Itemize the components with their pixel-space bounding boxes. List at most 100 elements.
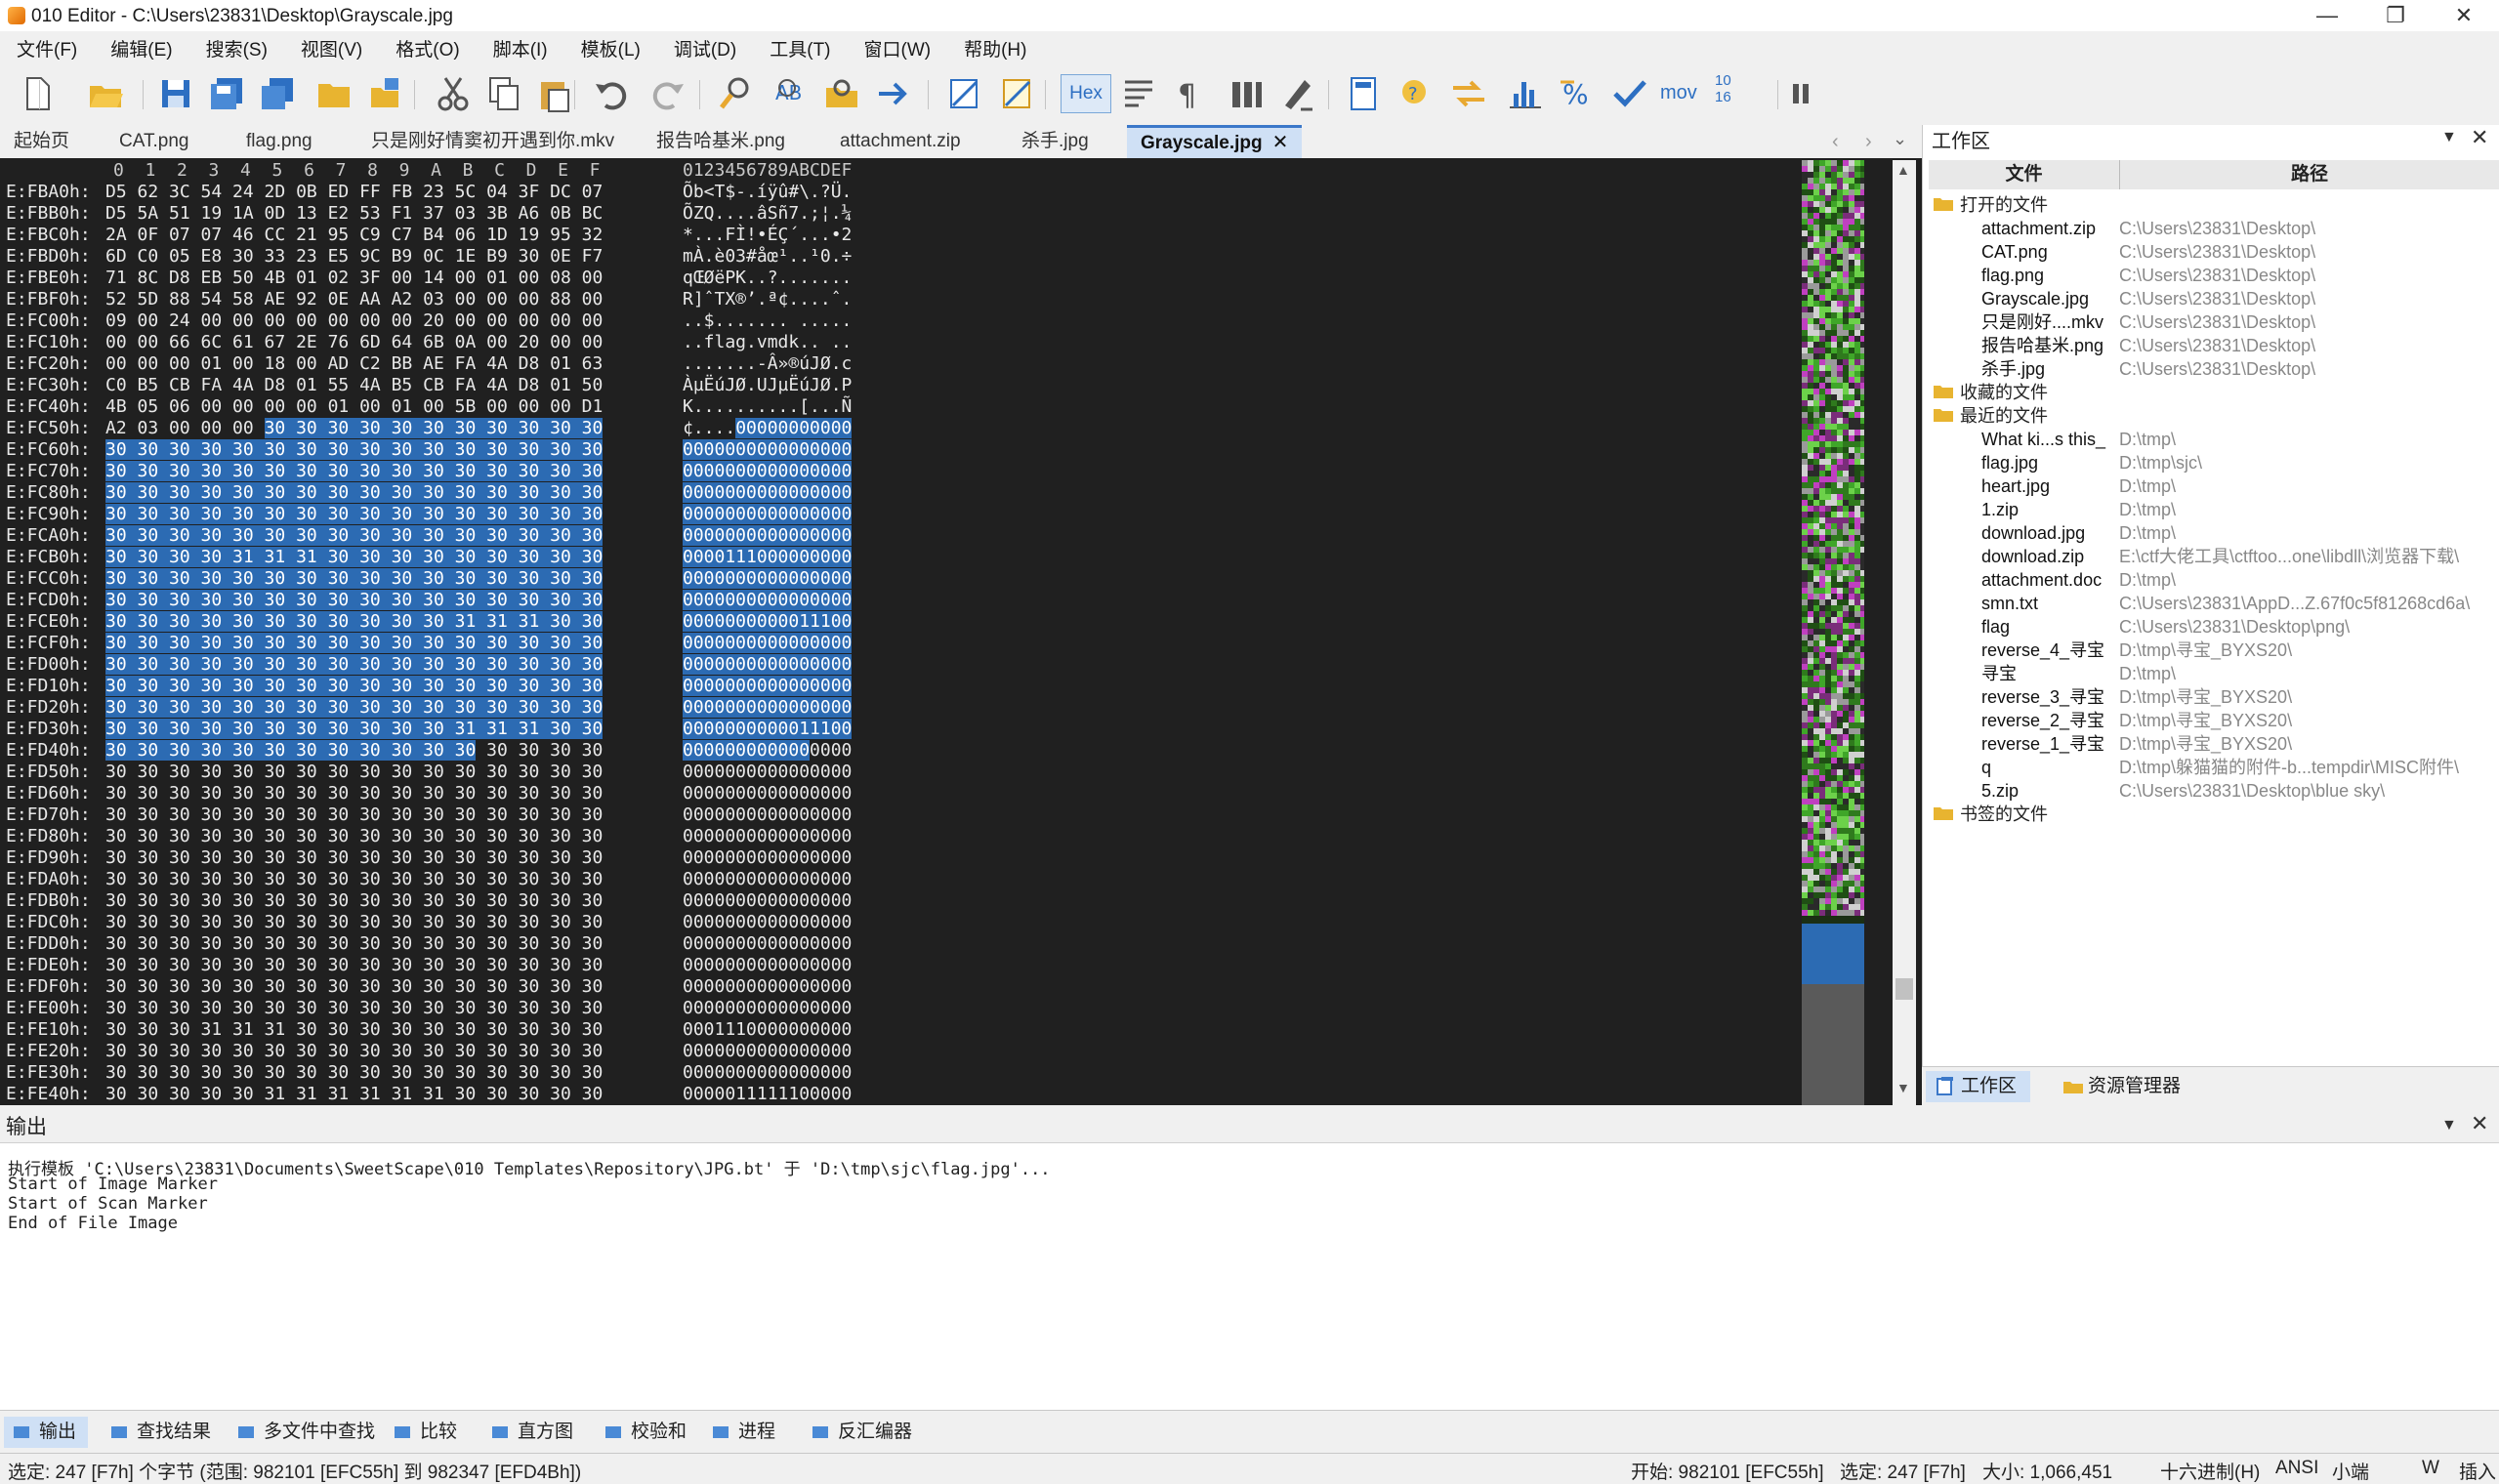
- workspace-file-item[interactable]: reverse_1_寻宝 D:\tmp\寻宝_BYXS20\: [1929, 732, 2499, 756]
- hex-row-bytes[interactable]: 30 30 30 30 30 30 30 30 30 30 30 30 30 3…: [105, 933, 603, 955]
- workspace-file-item[interactable]: CAT.png C:\Users\23831\Desktop\: [1929, 240, 2499, 264]
- hex-row-ascii[interactable]: 0000000000000000: [683, 762, 852, 783]
- hex-row-ascii[interactable]: 0000000000000000: [683, 826, 852, 847]
- hex-row-bytes[interactable]: 30 30 30 30 30 30 30 30 30 30 30 30 30 3…: [105, 1062, 603, 1084]
- save-icon[interactable]: [156, 74, 195, 113]
- hex-row-ascii[interactable]: 0000000000000000: [683, 504, 853, 525]
- hex-mode-button[interactable]: Hex: [1061, 74, 1111, 113]
- hex-row-bytes[interactable]: 30 30 30 30 30 30 30 30 30 30 30 30 30 3…: [105, 633, 604, 654]
- hex-row-ascii[interactable]: 0000000000000000: [683, 482, 853, 504]
- workspace-file-item[interactable]: flag.png C:\Users\23831\Desktop\: [1929, 264, 2499, 287]
- tab-scroll-left-icon[interactable]: ‹: [1832, 131, 1839, 153]
- workspace-file-item[interactable]: attachment.doc D:\tmp\: [1929, 568, 2499, 592]
- redo-icon[interactable]: [648, 74, 687, 113]
- hex-row-ascii[interactable]: ÕZQ....âSñ7.;¦.¼: [683, 203, 852, 225]
- workspace-group[interactable]: 书签的文件: [1929, 803, 2499, 826]
- hex-row-ascii[interactable]: 0000000000000000: [683, 568, 853, 590]
- goto-icon[interactable]: [875, 74, 914, 113]
- bottom-tab-5[interactable]: 校验和: [596, 1417, 698, 1448]
- hex-row-bytes[interactable]: 30 30 30 30 30 30 30 30 30 30 30 30 30 3…: [105, 890, 603, 912]
- check-icon[interactable]: [1609, 74, 1648, 113]
- hex-row-ascii[interactable]: 0000000000000000: [683, 654, 853, 676]
- new-file-icon[interactable]: [18, 74, 57, 113]
- hex-row-ascii[interactable]: *...FÌ!•ÉÇ´...•2: [683, 225, 852, 246]
- hex-row-bytes[interactable]: 09 00 24 00 00 00 00 00 00 00 20 00 00 0…: [105, 310, 603, 332]
- mov-button[interactable]: mov: [1660, 82, 1697, 104]
- bottom-tab-7[interactable]: 反汇编器: [803, 1417, 924, 1448]
- bottom-tab-2[interactable]: 多文件中查找: [229, 1417, 387, 1448]
- base-convert-button[interactable]: 10 16: [1715, 72, 1758, 115]
- hex-row-bytes[interactable]: 00 00 00 01 00 18 00 AD C2 BB AE FA 4A D…: [105, 353, 603, 375]
- hex-row-ascii[interactable]: 0000000000000000: [683, 461, 853, 482]
- workspace-file-item[interactable]: flag.jpg D:\tmp\sjc\: [1929, 451, 2499, 474]
- column-path[interactable]: 路径: [2120, 160, 2499, 189]
- menu-item-9[interactable]: 窗口(W): [848, 35, 948, 62]
- checksum-icon[interactable]: %: [1557, 74, 1596, 113]
- hex-row-bytes[interactable]: D5 5A 51 19 1A 0D 13 E2 53 F1 37 03 3B A…: [105, 203, 603, 225]
- workspace-file-item[interactable]: reverse_2_寻宝 D:\tmp\寻宝_BYXS20\: [1929, 709, 2499, 732]
- open-file-icon[interactable]: [86, 74, 125, 113]
- hex-row-bytes[interactable]: 30 30 30 30 30 30 30 30 30 30 30 30 30 3…: [105, 504, 604, 525]
- hex-row-ascii[interactable]: qŒØëPK..?.......: [683, 268, 852, 289]
- status-mode[interactable]: 十六进制(H): [2160, 1458, 2260, 1484]
- hex-row-bytes[interactable]: 30 30 30 30 30 30 30 30 30 30 30 30 30 3…: [105, 783, 603, 804]
- hex-row-ascii[interactable]: 0000111000000000: [683, 547, 853, 568]
- hex-row-bytes[interactable]: 30 30 30 30 30 30 30 30 30 30 30 30 30 3…: [105, 525, 604, 547]
- workspace-file-item[interactable]: 只是刚好....mkv C:\Users\23831\Desktop\: [1929, 310, 2499, 334]
- tab-3[interactable]: 只是刚好情窦初开遇到你.mkv: [371, 125, 614, 158]
- hex-row-ascii[interactable]: 0000000000000000: [683, 525, 853, 547]
- hex-row-bytes[interactable]: 00 00 66 6C 61 67 2E 76 6D 64 6B 0A 00 2…: [105, 332, 603, 353]
- status-insert-mode[interactable]: 插入: [2459, 1458, 2496, 1484]
- status-encoding[interactable]: ANSI: [2275, 1458, 2318, 1479]
- hex-row-bytes[interactable]: D5 62 3C 54 24 2D 0B ED FF FB 23 5C 04 3…: [105, 182, 603, 203]
- hex-row-ascii[interactable]: 0000000000000000: [683, 439, 853, 461]
- hex-row-bytes[interactable]: A2 03 00 00 00 30 30 30 30 30 30 30 30 3…: [105, 418, 604, 439]
- workspace-file-item[interactable]: Grayscale.jpg C:\Users\23831\Desktop\: [1929, 287, 2499, 310]
- bottom-tab-1[interactable]: 查找结果: [102, 1417, 223, 1448]
- save-all-icon[interactable]: [258, 74, 297, 113]
- hex-row-bytes[interactable]: 30 30 30 30 30 30 30 30 30 30 30 30 30 3…: [105, 826, 603, 847]
- hex-row-bytes[interactable]: 2A 0F 07 07 46 CC 21 95 C9 C7 B4 06 1D 1…: [105, 225, 603, 246]
- hex-row-bytes[interactable]: 30 30 30 30 30 30 30 30 30 30 30 30 30 3…: [105, 461, 604, 482]
- tab-close-icon[interactable]: ✕: [1272, 132, 1289, 153]
- hex-row-ascii[interactable]: 0000000000011100: [683, 611, 853, 633]
- hex-row-bytes[interactable]: 30 30 30 30 30 30 30 30 30 30 30 30 30 3…: [105, 912, 603, 933]
- hex-row-ascii[interactable]: 0000000000000000: [683, 783, 852, 804]
- workspace-file-item[interactable]: 5.zip C:\Users\23831\Desktop\blue sky\: [1929, 779, 2499, 803]
- hex-row-bytes[interactable]: 30 30 30 30 30 30 30 30 30 30 30 30 30 3…: [105, 762, 603, 783]
- tab-1[interactable]: CAT.png: [119, 125, 188, 158]
- hex-row-bytes[interactable]: 30 30 30 30 30 30 30 30 30 30 30 30 30 3…: [105, 976, 603, 998]
- workspace-menu-icon[interactable]: ▼: [2441, 129, 2457, 146]
- hex-row-ascii[interactable]: .......-Â»®úJØ.c: [683, 353, 852, 375]
- hex-row-ascii[interactable]: R]ˆTX®’.ª¢....ˆ.: [683, 289, 852, 310]
- close-window-button[interactable]: ✕: [2430, 0, 2498, 31]
- menu-item-8[interactable]: 工具(T): [753, 35, 847, 62]
- workspace-file-item[interactable]: flag C:\Users\23831\Desktop\png\: [1929, 615, 2499, 639]
- hex-row-bytes[interactable]: 30 30 30 30 30 30 30 30 30 30 30 30 30 3…: [105, 568, 604, 590]
- hex-row-bytes[interactable]: 30 30 30 30 31 31 31 30 30 30 30 30 30 3…: [105, 547, 604, 568]
- hex-row-bytes[interactable]: 30 30 30 30 30 30 30 30 30 30 30 30 30 3…: [105, 654, 604, 676]
- bottom-tab-4[interactable]: 直方图: [482, 1417, 585, 1448]
- bottom-tab-6[interactable]: 进程: [703, 1417, 787, 1448]
- status-endian[interactable]: 小端: [2332, 1458, 2369, 1484]
- replace-icon[interactable]: AB: [770, 74, 809, 113]
- hex-row-bytes[interactable]: 30 30 30 30 30 30 30 30 30 30 30 30 30 3…: [105, 676, 604, 697]
- hex-row-ascii[interactable]: ..$....... .....: [683, 310, 852, 332]
- hex-row-ascii[interactable]: 0000000000000000: [683, 890, 852, 912]
- pilcrow-icon[interactable]: ¶: [1170, 74, 1209, 113]
- hex-row-ascii[interactable]: mÀ.è03#åœ¹..¹0.÷: [683, 246, 852, 268]
- columns-icon[interactable]: [1227, 74, 1266, 113]
- hex-row-bytes[interactable]: 30 30 30 30 30 30 30 30 30 30 30 30 30 3…: [105, 482, 604, 504]
- hex-row-bytes[interactable]: 30 30 30 30 30 30 30 30 30 30 30 30 30 3…: [105, 847, 603, 869]
- hex-row-bytes[interactable]: 30 30 30 30 30 30 30 30 30 30 30 30 30 3…: [105, 998, 603, 1019]
- workspace-file-item[interactable]: 报告哈基米.png C:\Users\23831\Desktop\: [1929, 334, 2499, 357]
- hex-row-bytes[interactable]: 30 30 30 31 31 31 30 30 30 30 30 30 30 3…: [105, 1019, 603, 1041]
- hex-row-bytes[interactable]: 30 30 30 30 30 30 30 30 30 30 30 30 30 3…: [105, 955, 603, 976]
- paste-icon[interactable]: [535, 74, 574, 113]
- workspace-file-item[interactable]: reverse_4_寻宝 D:\tmp\寻宝_BYXS20\: [1929, 639, 2499, 662]
- menu-item-5[interactable]: 脚本(I): [477, 35, 564, 62]
- run-script-icon[interactable]: [945, 74, 984, 113]
- hex-row-bytes[interactable]: 52 5D 88 54 58 AE 92 0E AA A2 03 00 00 0…: [105, 289, 603, 310]
- status-w[interactable]: W: [2422, 1458, 2439, 1479]
- hex-row-ascii[interactable]: 0000000000000000: [683, 1041, 852, 1062]
